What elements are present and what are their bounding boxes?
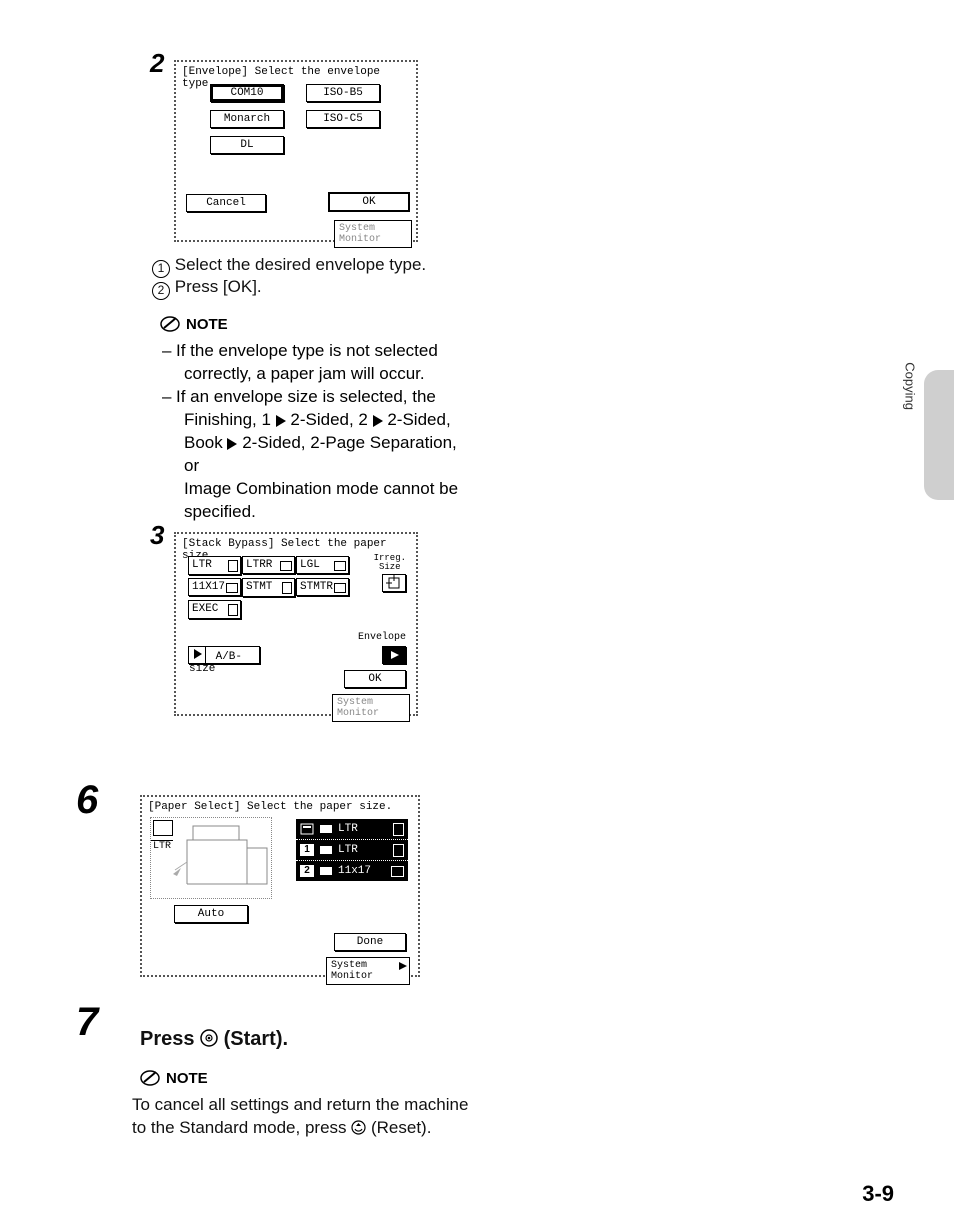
return-icon xyxy=(398,200,410,212)
step-2-number: 2 xyxy=(150,48,164,79)
paper-source-label: LTR xyxy=(338,823,358,835)
system-monitor-label: System Monitor xyxy=(331,960,373,982)
option-iso-c5[interactable]: ISO-C5 xyxy=(306,110,380,128)
auto-button[interactable]: Auto xyxy=(174,905,248,923)
note-1-body: –If the envelope type is not selected co… xyxy=(162,340,462,524)
ab-size-button[interactable]: A/B-size xyxy=(188,646,260,664)
sheet-icon xyxy=(319,864,333,878)
note-2-line: To cancel all settings and return the ma… xyxy=(132,1094,468,1117)
step-7-heading-post: (Start). xyxy=(218,1028,288,1050)
sheet-icon xyxy=(319,822,333,836)
printer-icon xyxy=(151,818,271,898)
side-tab xyxy=(924,370,954,500)
option-dl[interactable]: DL xyxy=(210,136,284,154)
step-6-number: 6 xyxy=(76,778,98,823)
reset-key-icon xyxy=(351,1120,366,1135)
paper-source-row-1[interactable]: LTR xyxy=(296,819,408,840)
triangle-right-icon xyxy=(373,415,383,427)
done-button[interactable]: Done xyxy=(334,933,406,951)
note-2-header: NOTE xyxy=(140,1068,208,1088)
step-2-instruction-2-text: Press [OK]. xyxy=(175,277,262,296)
irreg-size-button[interactable] xyxy=(382,574,406,592)
circled-2-icon: 2 xyxy=(152,282,170,300)
irreg-size-icon xyxy=(383,575,405,591)
ok-button[interactable]: OK xyxy=(328,192,410,212)
ok-button-label: OK xyxy=(368,673,381,685)
sheet-icon xyxy=(319,843,333,857)
envelope-right-button[interactable] xyxy=(382,646,406,664)
page-number: 3-9 xyxy=(862,1181,894,1207)
return-icon xyxy=(395,677,407,689)
orientation-icon xyxy=(391,866,404,877)
option-monarch[interactable]: Monarch xyxy=(210,110,284,128)
pencil-icon xyxy=(160,314,180,334)
ok-button[interactable]: OK xyxy=(344,670,406,688)
note-1-line: Book 2-Sided, 2-Page Separation, or xyxy=(162,432,462,478)
system-monitor-button[interactable]: System Monitor xyxy=(332,694,410,722)
paper-ltrr[interactable]: LTRR xyxy=(242,556,295,574)
start-key-icon xyxy=(200,1029,218,1047)
cancel-button[interactable]: Cancel xyxy=(186,194,266,212)
tray-icon xyxy=(300,822,314,836)
paper-stmt[interactable]: STMT xyxy=(242,578,295,597)
orientation-icon xyxy=(393,823,404,836)
triangle-right-icon xyxy=(276,415,286,427)
note-1-line: Finishing, 1 2-Sided, 2 2-Sided, xyxy=(162,409,462,432)
step-2-instruction-1: 1 Select the desired envelope type. xyxy=(152,254,426,278)
option-iso-b5[interactable]: ISO-B5 xyxy=(306,84,380,102)
pencil-icon xyxy=(140,1068,160,1088)
option-com10[interactable]: COM10 xyxy=(210,84,284,102)
printer-diagram: LTR xyxy=(150,817,272,899)
note-1-line: specified. xyxy=(162,501,462,524)
paper-source-label: 11x17 xyxy=(338,865,371,877)
note-1-header: NOTE xyxy=(160,314,228,334)
step-3-number: 3 xyxy=(150,520,164,551)
irreg-size-label: Irreg.Size xyxy=(374,554,406,572)
note-1-line: correctly, a paper jam will occur. xyxy=(162,363,462,386)
ok-button-label: OK xyxy=(362,196,375,208)
note-1-line: If an envelope size is selected, the xyxy=(176,387,436,406)
system-monitor-button[interactable]: System Monitor xyxy=(326,957,410,985)
step-3-screen: [Stack Bypass] Select the paper size. LT… xyxy=(174,532,418,716)
step-7-number: 7 xyxy=(76,1000,98,1045)
orientation-icon xyxy=(393,844,404,857)
note-2-body: To cancel all settings and return the ma… xyxy=(132,1094,468,1140)
paper-source-label: LTR xyxy=(338,844,358,856)
paper-11x17[interactable]: 11X17 xyxy=(188,578,241,596)
step-7-heading-pre: Press xyxy=(140,1028,200,1050)
triangle-right-icon xyxy=(383,647,405,663)
done-button-label: Done xyxy=(357,936,383,948)
step-7-heading: Press (Start). xyxy=(140,1026,288,1053)
paper-lgl[interactable]: LGL xyxy=(296,556,349,574)
drawer-1-icon: 1 xyxy=(300,844,314,856)
return-icon xyxy=(395,940,407,952)
step-2-instruction-1-text: Select the desired envelope type. xyxy=(175,255,426,274)
paper-ltr[interactable]: LTR xyxy=(188,556,241,575)
triangle-right-icon xyxy=(399,962,407,970)
step-6-screen: [Paper Select] Select the paper size. LT… xyxy=(140,795,420,977)
paper-source-row-3[interactable]: 2 11x17 xyxy=(296,861,408,881)
paper-stmtr[interactable]: STMTR xyxy=(296,578,349,596)
paper-source-row-2[interactable]: 1 LTR xyxy=(296,840,408,861)
paper-source-list: LTR 1 LTR 2 11x17 xyxy=(296,819,408,881)
note-1-line: Image Combination mode cannot be xyxy=(162,478,462,501)
note-2-line: to the Standard mode, press (Reset). xyxy=(132,1117,468,1140)
side-tab-label: Copying xyxy=(903,362,918,410)
paper-exec[interactable]: EXEC xyxy=(188,600,241,619)
drawer-2-icon: 2 xyxy=(300,865,314,877)
triangle-right-icon xyxy=(190,647,204,661)
system-monitor-button[interactable]: System Monitor xyxy=(334,220,412,248)
step-6-screen-title: [Paper Select] Select the paper size. xyxy=(148,801,392,813)
step-2-screen: [Envelope] Select the envelope type. COM… xyxy=(174,60,418,242)
triangle-right-icon xyxy=(227,438,237,450)
note-1-line: If the envelope type is not selected xyxy=(176,341,438,360)
note-2-label: NOTE xyxy=(166,1070,208,1087)
step-2-instruction-2: 2 Press [OK]. xyxy=(152,276,262,300)
envelope-label: Envelope xyxy=(358,632,406,643)
note-1-label: NOTE xyxy=(186,316,228,333)
